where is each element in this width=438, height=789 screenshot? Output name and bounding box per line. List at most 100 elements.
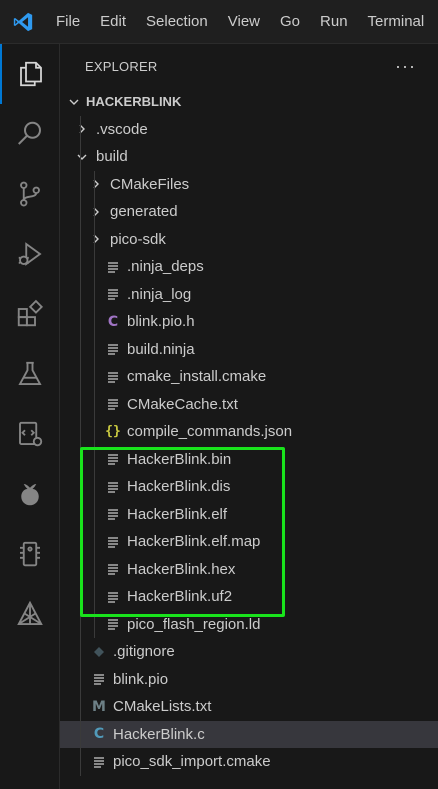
tree-item-ninja-log[interactable]: .ninja_log (60, 281, 438, 309)
file-label: HackerBlink.elf.map (127, 533, 261, 551)
lines-file-icon (104, 450, 122, 468)
file-label: HackerBlink.elf (127, 505, 228, 523)
tree-item-generated[interactable]: generated (60, 198, 438, 226)
explorer-title: EXPLORER (85, 58, 158, 74)
tree-item-hackerblink-dis[interactable]: HackerBlink.dis (60, 473, 438, 501)
chevron-right-icon (88, 204, 104, 220)
tree-item-hackerblink-elf-map[interactable]: HackerBlink.elf.map (60, 528, 438, 556)
menu-run[interactable]: Run (310, 0, 358, 44)
tree-item-cmakecache-txt[interactable]: CMakeCache.txt (60, 391, 438, 419)
tree-item-gitignore[interactable]: .gitignore (60, 638, 438, 666)
folder-label: .vscode (96, 120, 148, 138)
chevron-right-icon (88, 176, 104, 192)
file-label: pico_sdk_import.cmake (113, 753, 271, 771)
lines-file-icon (104, 285, 122, 303)
c-header-icon: C (107, 313, 119, 330)
folder-label: pico-sdk (110, 230, 166, 248)
menu-view[interactable]: View (218, 0, 270, 44)
lines-file-icon (104, 340, 122, 358)
tree-item-hackerblink-hex[interactable]: HackerBlink.hex (60, 556, 438, 584)
tree-item-blink-pio[interactable]: blink.pio (60, 666, 438, 694)
tree-item-build[interactable]: build (60, 143, 438, 171)
folder-label: generated (110, 203, 178, 221)
device-icon[interactable] (0, 524, 60, 584)
more-actions-icon[interactable]: ··· (395, 57, 416, 75)
lines-file-icon (104, 560, 122, 578)
folder-label: CMakeFiles (110, 175, 190, 193)
chevron-right-icon (74, 121, 90, 137)
menu-terminal[interactable]: Terminal (358, 0, 435, 44)
file-label: HackerBlink.dis (127, 478, 231, 496)
source-control-icon[interactable] (0, 164, 60, 224)
cmake-m-icon: M (92, 698, 106, 715)
tree-item-pico-flash-region-ld[interactable]: pico_flash_region.ld (60, 611, 438, 639)
title-bar: File Edit Selection View Go Run Terminal (0, 0, 438, 44)
lines-file-icon (104, 258, 122, 276)
explorer-header: EXPLORER ··· (60, 44, 438, 88)
explorer-sidebar: EXPLORER ··· HACKERBLINK .vscode build CMa… (60, 44, 438, 789)
tree-root-hackerblink[interactable]: HACKERBLINK (60, 88, 438, 116)
indent-guide (80, 115, 81, 776)
file-label: .ninja_log (127, 285, 192, 303)
c-source-icon: C (93, 726, 105, 743)
tree-item-pico-sdk-import-cmake[interactable]: pico_sdk_import.cmake (60, 748, 438, 776)
chevron-right-icon (88, 231, 104, 247)
tree-item-hackerblink-elf[interactable]: HackerBlink.elf (60, 501, 438, 529)
file-label: blink.pio.h (127, 313, 195, 331)
file-label: .ninja_deps (127, 258, 204, 276)
chevron-down-icon (66, 94, 82, 110)
folder-label: build (96, 148, 128, 166)
tree-item-blink-pio-h[interactable]: Cblink.pio.h (60, 308, 438, 336)
tree-item-cmake-install-cmake[interactable]: cmake_install.cmake (60, 363, 438, 391)
tree-item-vscode[interactable]: .vscode (60, 116, 438, 144)
explorer-icon[interactable] (0, 44, 60, 104)
json-braces-icon: {} (105, 424, 121, 440)
testing-flask-icon[interactable] (0, 344, 60, 404)
file-label: HackerBlink.bin (127, 450, 232, 468)
chevron-down-icon (74, 149, 90, 165)
indent-guide (94, 170, 95, 638)
file-label: cmake_install.cmake (127, 368, 267, 386)
git-diamond-icon (90, 643, 108, 661)
lines-file-icon (104, 505, 122, 523)
file-label: .gitignore (113, 643, 175, 661)
file-label: pico_flash_region.ld (127, 615, 261, 633)
file-label: CMakeLists.txt (113, 698, 212, 716)
tree-item-cmakefiles[interactable]: CMakeFiles (60, 171, 438, 199)
search-icon[interactable] (0, 104, 60, 164)
file-label: blink.pio (113, 670, 169, 688)
activity-bar (0, 44, 60, 789)
tree-item-ninja-deps[interactable]: .ninja_deps (60, 253, 438, 281)
tree-item-hackerblink-bin[interactable]: HackerBlink.bin (60, 446, 438, 474)
run-debug-icon[interactable] (0, 224, 60, 284)
remote-explorer-icon[interactable] (0, 404, 60, 464)
root-folder-label: HACKERBLINK (86, 94, 182, 110)
lines-file-icon (104, 588, 122, 606)
file-label: compile_commands.json (127, 423, 293, 441)
file-label: HackerBlink.hex (127, 560, 236, 578)
file-label: CMakeCache.txt (127, 395, 238, 413)
vscode-logo-icon (0, 0, 46, 44)
lines-file-icon (104, 395, 122, 413)
extensions-icon[interactable] (0, 284, 60, 344)
tree-item-build-ninja[interactable]: build.ninja (60, 336, 438, 364)
file-label: HackerBlink.c (113, 725, 205, 743)
tree-item-compile-commands-json[interactable]: {} compile_commands.json (60, 418, 438, 446)
menu-file[interactable]: File (46, 0, 90, 44)
tree-item-pico-sdk[interactable]: pico-sdk (60, 226, 438, 254)
raspberry-pi-icon[interactable] (0, 464, 60, 524)
tree-item-cmakelists-txt[interactable]: M CMakeLists.txt (60, 693, 438, 721)
menu-edit[interactable]: Edit (90, 0, 136, 44)
tree-item-hackerblink-uf2[interactable]: HackerBlink.uf2 (60, 583, 438, 611)
file-tree: HACKERBLINK .vscode build CMakeFiles genera… (60, 88, 438, 776)
lines-file-icon (104, 615, 122, 633)
menu-selection[interactable]: Selection (136, 0, 218, 44)
menu-go[interactable]: Go (270, 0, 310, 44)
lines-file-icon (90, 670, 108, 688)
tree-item-hackerblink-c[interactable]: C HackerBlink.c (60, 720, 438, 748)
lines-file-icon (90, 753, 108, 771)
file-label: HackerBlink.uf2 (127, 588, 233, 606)
file-label: build.ninja (127, 340, 195, 358)
platformio-icon[interactable] (0, 584, 60, 644)
lines-file-icon (104, 533, 122, 551)
